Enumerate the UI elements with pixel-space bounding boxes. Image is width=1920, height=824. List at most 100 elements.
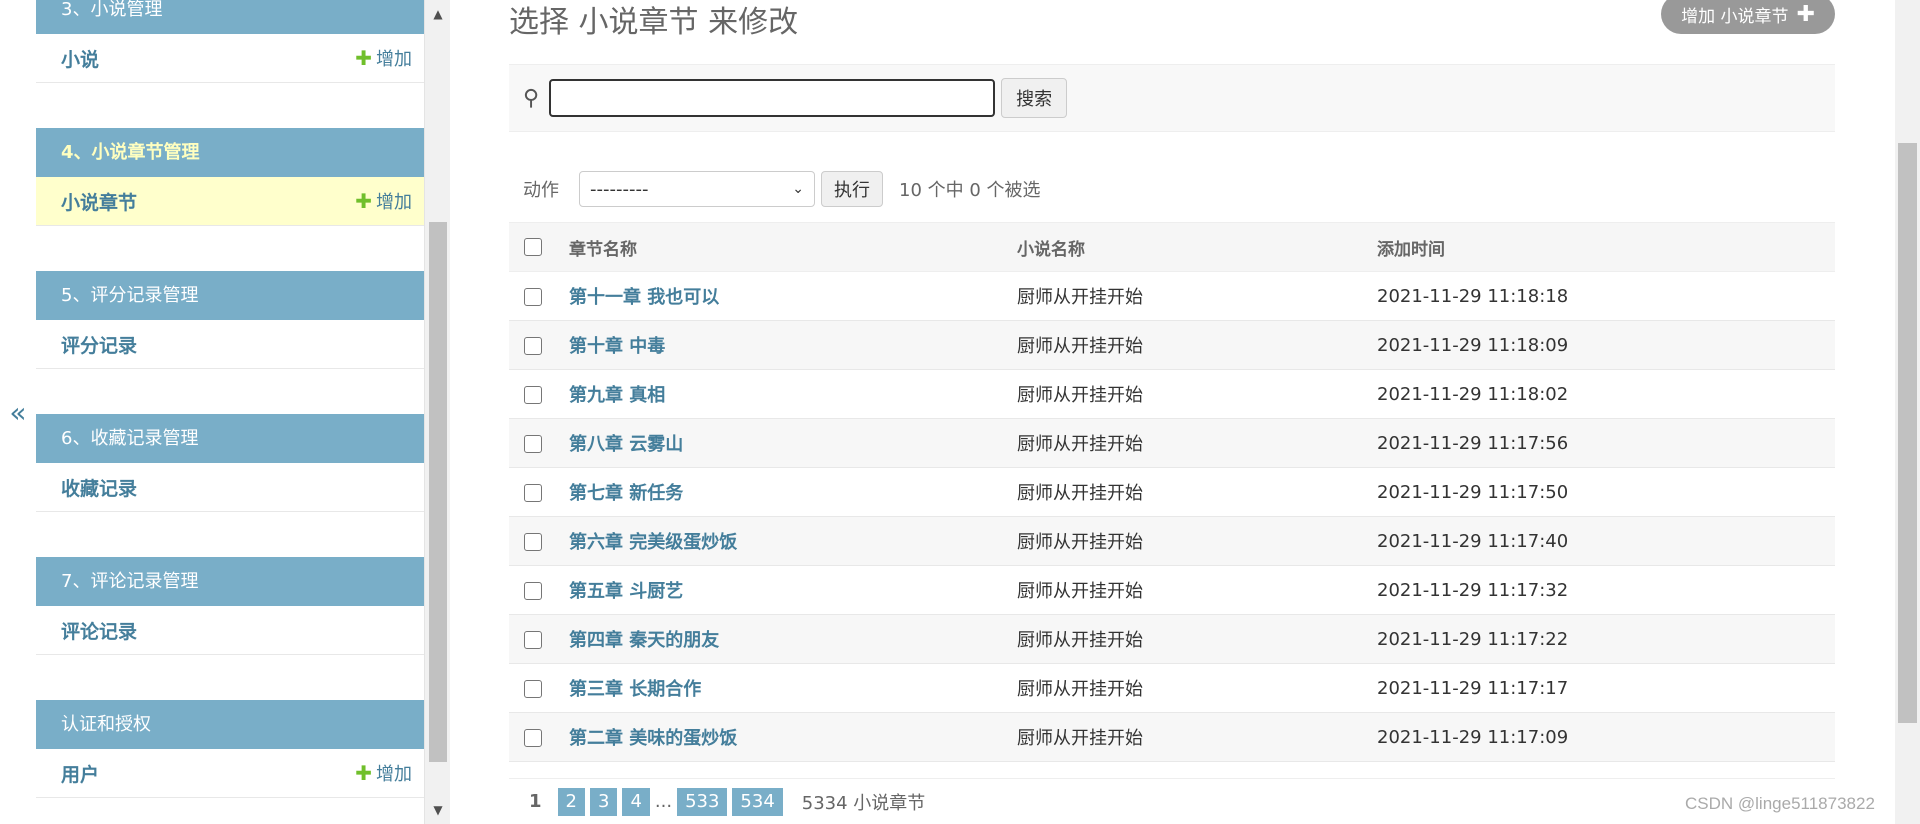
chevron-down-icon: ⌄ xyxy=(792,181,804,197)
add-link[interactable]: ✚ 增加 xyxy=(355,188,412,214)
time-cell: 2021-11-29 11:17:17 xyxy=(1377,677,1569,699)
novel-cell: 厨师从开挂开始 xyxy=(1017,336,1143,357)
sidebar-item-comment: 评论记录 xyxy=(36,606,424,655)
column-header-novel[interactable]: 小说名称 xyxy=(1017,222,1377,272)
page-title: 选择 小说章节 来修改 xyxy=(509,5,799,40)
row-checkbox[interactable] xyxy=(524,581,542,600)
page-link[interactable]: 533 xyxy=(677,787,728,816)
row-checkbox[interactable] xyxy=(524,630,542,649)
chapter-link[interactable]: 第八章 云雾山 xyxy=(569,434,683,455)
sidebar-item-chapter: 小说章节 ✚ 增加 xyxy=(36,177,424,226)
sidebar-item-novel: 小说 ✚ 增加 xyxy=(36,34,424,83)
table-row: 第六章 完美级蛋炒饭 厨师从开挂开始 2021-11-29 11:17:40 xyxy=(509,516,1835,566)
novel-cell: 厨师从开挂开始 xyxy=(1017,679,1143,700)
column-header-chapter[interactable]: 章节名称 xyxy=(557,222,1017,272)
sidebar-item-label[interactable]: 小说 xyxy=(61,45,99,72)
chapter-link[interactable]: 第十章 中毒 xyxy=(569,336,665,357)
plus-icon: ✚ xyxy=(355,46,372,70)
add-link[interactable]: ✚ 增加 xyxy=(355,760,412,786)
row-checkbox[interactable] xyxy=(524,385,542,404)
module-caption[interactable]: 4、小说章节管理 xyxy=(36,128,424,177)
module-caption[interactable]: 6、收藏记录管理 xyxy=(36,414,424,463)
scrollbar-thumb[interactable] xyxy=(429,222,447,762)
scrollbar-thumb[interactable] xyxy=(1898,143,1917,723)
table-row: 第四章 秦天的朋友 厨师从开挂开始 2021-11-29 11:17:22 xyxy=(509,614,1835,664)
row-checkbox[interactable] xyxy=(524,434,542,453)
page-link[interactable]: 3 xyxy=(589,787,618,816)
search-icon: ⚲ xyxy=(523,85,540,111)
chapter-cell: 第九章 真相 xyxy=(557,370,1017,419)
page-scrollbar[interactable] xyxy=(1895,0,1920,824)
search-bar: ⚲ 搜索 xyxy=(509,64,1835,132)
module-caption[interactable]: 3、小说管理 xyxy=(36,0,424,34)
row-checkbox-cell xyxy=(509,321,557,370)
page-link[interactable]: 534 xyxy=(732,787,783,816)
row-checkbox-cell xyxy=(509,419,557,468)
search-input[interactable] xyxy=(549,79,996,117)
chapter-link[interactable]: 第二章 美味的蛋炒饭 xyxy=(569,728,737,749)
column-header-time[interactable]: 添加时间 xyxy=(1377,222,1835,272)
row-checkbox[interactable] xyxy=(524,336,542,355)
add-chapter-button[interactable]: 增加 小说章节 ✚ xyxy=(1661,0,1835,34)
chapter-cell: 第十章 中毒 xyxy=(557,321,1017,370)
page-link[interactable]: 4 xyxy=(622,787,650,816)
search-button[interactable]: 搜索 xyxy=(1001,78,1068,118)
chapter-link[interactable]: 第四章 秦天的朋友 xyxy=(569,630,719,651)
chapter-cell: 第三章 长期合作 xyxy=(557,664,1017,713)
table-row: 第八章 云雾山 厨师从开挂开始 2021-11-29 11:17:56 xyxy=(509,418,1835,468)
add-link[interactable]: ✚ 增加 xyxy=(355,45,412,71)
sidebar-item-label[interactable]: 评分记录 xyxy=(61,331,137,358)
row-checkbox[interactable] xyxy=(524,532,542,551)
sidebar-scrollbar[interactable]: ▲ ▼ xyxy=(424,0,450,824)
table-row: 第七章 新任务 厨师从开挂开始 2021-11-29 11:17:50 xyxy=(509,468,1835,517)
row-checkbox-cell xyxy=(509,272,557,321)
sidebar-item-label[interactable]: 评论记录 xyxy=(61,617,137,644)
chapter-link[interactable]: 第三章 长期合作 xyxy=(569,679,701,700)
module-auth: 认证和授权 用户 ✚增加 组 ✚增加 xyxy=(36,700,424,809)
row-checkbox-cell xyxy=(509,517,557,566)
sidebar-item-label[interactable]: 收藏记录 xyxy=(61,474,137,501)
chapter-link[interactable]: 第九章 真相 xyxy=(569,385,665,406)
actions-bar: 动作 --------- ⌄ 执行 10 个中 0 个被选 xyxy=(523,170,1041,208)
module-comments: 7、评论记录管理 评论记录 xyxy=(36,557,424,655)
select-all-checkbox[interactable] xyxy=(524,238,542,256)
result-total: 5334 小说章节 xyxy=(801,792,926,814)
row-checkbox[interactable] xyxy=(524,728,542,747)
chapter-link[interactable]: 第五章 斗厨艺 xyxy=(569,581,683,602)
novel-cell: 厨师从开挂开始 xyxy=(1017,728,1143,749)
module-caption[interactable]: 5、评分记录管理 xyxy=(36,271,424,320)
sidebar: 3、小说管理 小说 ✚ 增加 4、小说章节管理 小说章节 ✚ 增加 5、评分记录管理… xyxy=(36,0,424,809)
novel-cell: 厨师从开挂开始 xyxy=(1017,287,1143,308)
novel-cell: 厨师从开挂开始 xyxy=(1017,434,1143,455)
module-favorites: 6、收藏记录管理 收藏记录 xyxy=(36,414,424,512)
go-button[interactable]: 执行 xyxy=(821,171,883,207)
module-caption[interactable]: 7、评论记录管理 xyxy=(36,557,424,606)
time-cell: 2021-11-29 11:17:56 xyxy=(1377,432,1569,454)
row-checkbox[interactable] xyxy=(524,679,542,698)
sidebar-item-label[interactable]: 用户 xyxy=(61,760,99,787)
chapter-link[interactable]: 第十一章 我也可以 xyxy=(569,287,719,308)
table-row: 第九章 真相 厨师从开挂开始 2021-11-29 11:18:02 xyxy=(509,370,1835,419)
plus-icon: ✚ xyxy=(1796,1,1815,27)
action-select[interactable]: --------- ⌄ xyxy=(579,171,815,207)
time-cell: 2021-11-29 11:18:09 xyxy=(1377,334,1569,356)
row-checkbox[interactable] xyxy=(524,483,542,502)
table-row: 第十章 中毒 厨师从开挂开始 2021-11-29 11:18:09 xyxy=(509,320,1835,370)
novel-cell: 厨师从开挂开始 xyxy=(1017,385,1143,406)
add-link-label: 增加 xyxy=(376,192,412,213)
sidebar-item-label[interactable]: 小说章节 xyxy=(61,188,137,215)
selection-counter: 10 个中 0 个被选 xyxy=(899,180,1041,201)
add-chapter-label: 增加 小说章节 xyxy=(1681,6,1789,27)
novel-cell: 厨师从开挂开始 xyxy=(1017,581,1143,602)
row-checkbox[interactable] xyxy=(524,287,542,306)
sidebar-collapse-toggle[interactable]: « xyxy=(0,0,36,824)
chapter-link[interactable]: 第七章 新任务 xyxy=(569,483,683,504)
sidebar-item-label[interactable]: 组 xyxy=(61,809,80,810)
module-chapters: 4、小说章节管理 小说章节 ✚ 增加 xyxy=(36,128,424,226)
scroll-up-icon[interactable]: ▲ xyxy=(425,2,451,26)
module-caption[interactable]: 认证和授权 xyxy=(36,700,424,749)
pagination: 1 2 3 4 ... 533 534 5334 小说章节 xyxy=(509,778,1835,824)
chapter-link[interactable]: 第六章 完美级蛋炒饭 xyxy=(569,532,737,553)
page-link[interactable]: 2 xyxy=(557,787,585,816)
scroll-down-icon[interactable]: ▼ xyxy=(425,798,451,822)
